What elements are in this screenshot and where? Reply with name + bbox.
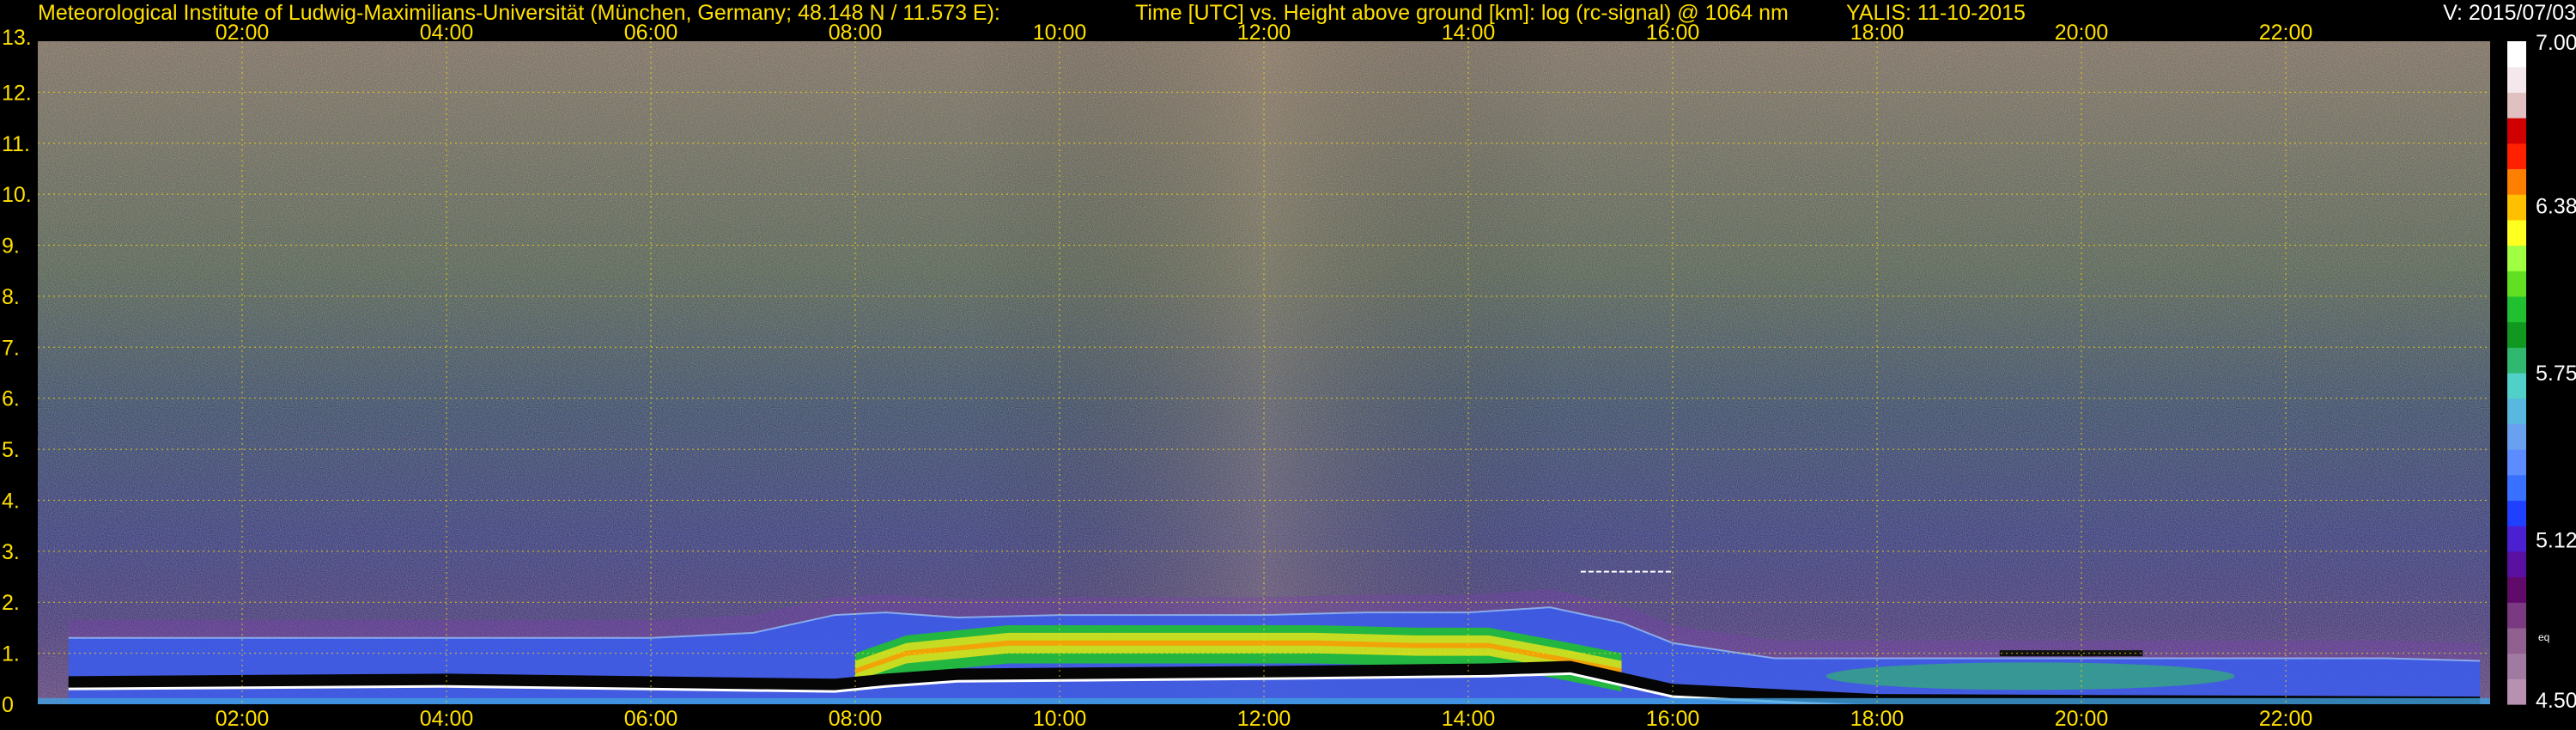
colorbar-swatch	[2507, 576, 2526, 603]
x-tick-label-top: 22:00	[2259, 21, 2313, 45]
y-tick-label: 2.	[2, 591, 20, 615]
y-tick-label: 3.	[2, 540, 20, 564]
x-tick-label-bottom: 18:00	[1850, 707, 1905, 730]
y-tick-label: 5.	[2, 438, 20, 462]
x-tick-label-top: 16:00	[1646, 21, 1700, 45]
y-tick-label: 11.	[2, 132, 30, 156]
colorbar-swatch	[2507, 602, 2526, 629]
colorbar-swatch	[2507, 168, 2526, 195]
plot-area	[38, 41, 2490, 704]
x-tick-label-top: 18:00	[1850, 21, 1905, 45]
x-tick-label-bottom: 08:00	[829, 707, 883, 730]
y-tick-label: 12.	[2, 81, 32, 105]
colorbar-swatch	[2507, 66, 2526, 93]
x-tick-label-top: 08:00	[829, 21, 883, 45]
x-axis-top: 02:00 04:00 06:00 08:00 10:00 12:00 14:00 16:00…	[216, 21, 2313, 45]
x-tick-label-top: 14:00	[1442, 21, 1496, 45]
x-tick-label-bottom: 10:00	[1033, 707, 1087, 730]
colorbar-swatch	[2507, 449, 2526, 476]
colorbar-unit-label: eq	[2538, 631, 2549, 643]
evening-green-patch	[1826, 662, 2235, 690]
x-tick-label-bottom: 12:00	[1237, 707, 1291, 730]
colorbar-tick-label: 5.75	[2536, 362, 2576, 386]
x-tick-label-bottom: 04:00	[420, 707, 474, 730]
x-tick-label-bottom: 14:00	[1442, 707, 1496, 730]
colorbar-swatch	[2507, 423, 2526, 450]
x-tick-label-top: 04:00	[420, 21, 474, 45]
colorbar-swatch	[2507, 678, 2526, 705]
y-tick-label: 13.	[2, 26, 32, 50]
colorbar-swatch	[2507, 219, 2526, 246]
colorbar-swatch	[2507, 526, 2526, 552]
x-tick-label-top: 06:00	[624, 21, 678, 45]
x-tick-label-bottom: 06:00	[624, 707, 678, 730]
colorbar-swatch	[2507, 271, 2526, 297]
y-axis-left: 0 1. 2. 3. 4. 5. 6. 7. 8. 9. 10. 11. 12. 13.	[2, 26, 32, 717]
x-tick-label-top: 12:00	[1237, 21, 1291, 45]
colorbar-tick-label: 6.38	[2536, 194, 2576, 218]
colorbar-swatch	[2507, 194, 2526, 221]
colorbar-swatch	[2507, 321, 2526, 348]
colorbar-swatch	[2507, 41, 2526, 68]
y-tick-label: 1.	[2, 642, 20, 666]
colorbar-swatch	[2507, 245, 2526, 271]
y-tick-label: 6.	[2, 387, 20, 411]
colorbar-swatch	[2507, 398, 2526, 424]
colorbar-swatch	[2507, 118, 2526, 144]
colorbar-tick-label: 5.12	[2536, 529, 2576, 553]
colorbar-swatch	[2507, 347, 2526, 374]
y-tick-label: 7.	[2, 336, 20, 360]
x-tick-label-bottom: 22:00	[2259, 707, 2313, 730]
colorbar-tick-label: 4.50	[2536, 689, 2576, 713]
colorbar-swatch	[2507, 551, 2526, 578]
x-tick-label-bottom: 02:00	[216, 707, 270, 730]
x-tick-label-top: 10:00	[1033, 21, 1087, 45]
colorbar-swatch	[2507, 474, 2526, 502]
x-axis-bottom: 02:00 04:00 06:00 08:00 10:00 12:00 14:00 16:00…	[216, 707, 2313, 730]
lidar-chart: 0 1. 2. 3. 4. 5. 6. 7. 8. 9. 10. 11. 12. 13. 02:00 04:…	[2, 21, 2576, 730]
colorbar-swatch	[2507, 143, 2526, 170]
y-tick-label: 10.	[2, 183, 32, 207]
y-tick-label: 4.	[2, 489, 20, 513]
x-tick-label-top: 20:00	[2055, 21, 2109, 45]
x-tick-label-bottom: 16:00	[1646, 707, 1700, 730]
colorbar-swatch	[2507, 627, 2526, 654]
x-tick-label-bottom: 20:00	[2055, 707, 2109, 730]
colorbar-swatch	[2507, 653, 2526, 679]
colorbar-swatch	[2507, 295, 2526, 323]
colorbar-swatch	[2507, 92, 2526, 119]
y-tick-label: 0	[2, 693, 14, 717]
y-tick-label: 9.	[2, 234, 20, 259]
colorbar: 7.00 6.38 5.75 5.12 4.50 eq	[2507, 31, 2576, 713]
y-tick-label: 8.	[2, 285, 20, 309]
x-tick-label-top: 02:00	[216, 21, 270, 45]
colorbar-swatch	[2507, 500, 2526, 526]
colorbar-swatch	[2507, 373, 2526, 399]
colorbar-tick-label: 7.00	[2536, 31, 2576, 55]
